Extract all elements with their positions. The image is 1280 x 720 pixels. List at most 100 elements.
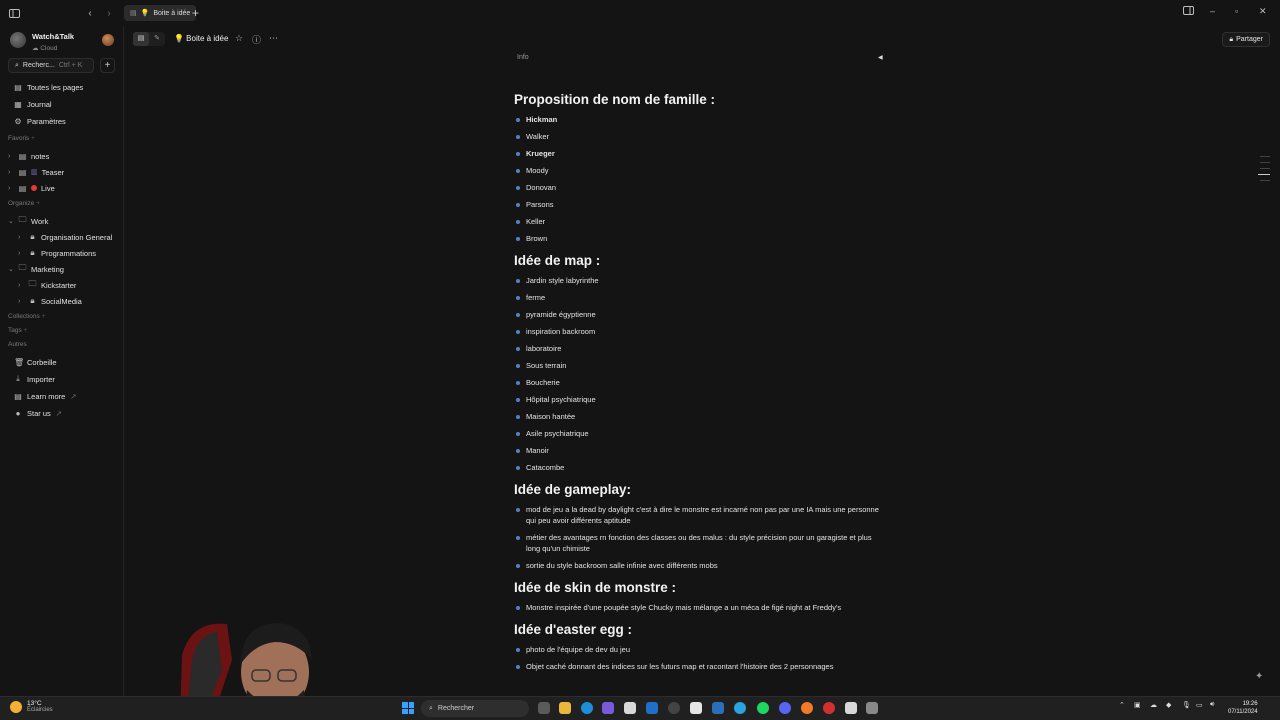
spotify-icon[interactable] xyxy=(757,702,769,714)
chevron-right-icon[interactable]: › xyxy=(8,185,14,192)
tree-label: Kickstarter xyxy=(41,280,77,290)
workspace-name: Watch&Talk xyxy=(32,32,75,41)
affine-icon[interactable] xyxy=(690,702,702,714)
tray-chevron-up-icon[interactable]: ⌃ xyxy=(1119,701,1125,709)
search-shortcut: Ctrl + K xyxy=(58,62,83,69)
organize-section-label[interactable]: Organize + xyxy=(8,200,40,207)
tray-app-icon[interactable]: ▣ xyxy=(1134,701,1141,709)
favoris-section-label[interactable]: Favoris + xyxy=(8,135,35,142)
app-icon[interactable] xyxy=(602,702,614,714)
nav-all-pages[interactable]: ▤ Toutes les pages xyxy=(14,81,83,93)
new-tab-button[interactable]: + xyxy=(192,5,199,21)
search-icon: ⌕ xyxy=(15,61,19,69)
app-icon[interactable] xyxy=(866,702,878,714)
share-button[interactable]: 🔒︎ Partager xyxy=(1222,32,1270,47)
fav-notes[interactable]: › ▤ notes xyxy=(8,150,49,162)
favorite-star-icon[interactable]: ☆ xyxy=(235,33,243,44)
caret-left-icon[interactable]: ◀ xyxy=(878,54,883,61)
minimize-icon[interactable]: – xyxy=(1210,6,1215,16)
toc-minimap[interactable] xyxy=(1256,156,1270,186)
user-avatar[interactable] xyxy=(102,34,114,46)
chevron-right-icon[interactable]: › xyxy=(8,153,14,160)
page-mode-icon[interactable]: ▤ xyxy=(133,32,149,46)
edgeless-mode-icon[interactable]: ✎ xyxy=(149,32,165,46)
tab-boite-a-idee[interactable]: ▤ 💡 Boite à idée xyxy=(124,5,197,21)
nav-label: Corbeille xyxy=(27,357,57,367)
chevron-right-icon[interactable]: › xyxy=(18,298,24,305)
editor-header: ▤ ✎ 💡 Boite à idée ☆ ⓘ ⋯ 🔒︎ Partager xyxy=(125,26,1280,52)
system-clock[interactable]: 19:26 07/11/2024 xyxy=(1228,700,1258,716)
tray-app-icon[interactable]: ◆ xyxy=(1166,701,1171,709)
info-row[interactable]: Info xyxy=(517,54,529,61)
windows-start-icon[interactable] xyxy=(402,702,414,714)
volume-icon[interactable]: 🔊︎ xyxy=(1210,701,1214,709)
ai-sparkle-icon[interactable]: ✦ xyxy=(1255,671,1263,682)
quick-search[interactable]: ⌕ Recherc... Ctrl + K xyxy=(8,58,94,73)
chevron-down-icon[interactable]: ⌄ xyxy=(8,265,14,273)
lock-icon: 🔒︎ xyxy=(30,296,35,305)
item-socialmedia[interactable]: › 🔒︎ SocialMedia xyxy=(18,295,82,307)
app-icon[interactable] xyxy=(845,702,857,714)
tags-section-label[interactable]: Tags + xyxy=(8,327,27,334)
discord-icon[interactable] xyxy=(779,702,791,714)
tree-label: notes xyxy=(31,151,50,161)
item-organisation-general[interactable]: › 🔒︎ Organisation General xyxy=(18,231,112,243)
list-item: Hickman xyxy=(516,114,886,125)
list-item: ferme xyxy=(516,292,886,303)
weather-widget[interactable]: 13°C Éclaircies xyxy=(10,700,53,713)
nav-import[interactable]: ⤓ Importer xyxy=(14,373,55,385)
app-icon[interactable] xyxy=(801,702,813,714)
fav-live[interactable]: › ▤ Live xyxy=(8,182,55,194)
weather-sun-icon xyxy=(10,700,22,713)
more-options-icon[interactable]: ⋯ xyxy=(269,33,278,44)
nav-journal[interactable]: ▦ Journal xyxy=(14,98,51,110)
store-icon[interactable] xyxy=(624,702,636,714)
chrome-icon[interactable] xyxy=(823,702,835,714)
nav-label: Importer xyxy=(27,374,55,384)
collections-section-label[interactable]: Collections + xyxy=(8,313,45,320)
chevron-right-icon[interactable]: › xyxy=(8,169,14,176)
list-item: métier des avantages rn fonction des cla… xyxy=(516,532,886,554)
new-page-button[interactable]: + xyxy=(100,58,115,73)
forward-icon[interactable]: › xyxy=(100,4,118,22)
chevron-down-icon[interactable]: ⌄ xyxy=(8,217,14,225)
nav-trash[interactable]: 🗑︎ Corbeille xyxy=(14,356,57,368)
teaser-emoji-icon: ▥ xyxy=(31,169,38,176)
folder-marketing[interactable]: ⌄ 🗀 Marketing xyxy=(8,263,64,275)
nav-star-us[interactable]: ● Star us ↗ xyxy=(14,407,62,419)
doc-title[interactable]: 💡 Boite à idée xyxy=(174,34,228,43)
item-kickstarter[interactable]: › 🗀 Kickstarter xyxy=(18,279,76,291)
workspace-avatar xyxy=(10,32,26,48)
right-sidebar-toggle-icon[interactable] xyxy=(1183,6,1194,17)
sidebar-toggle-icon[interactable] xyxy=(5,4,23,22)
edge-icon[interactable] xyxy=(581,702,593,714)
microphone-icon[interactable]: 🎙︎ xyxy=(1182,701,1191,709)
app-icon[interactable] xyxy=(668,702,680,714)
taskbar-search[interactable]: ⌕ Rechercher xyxy=(421,700,529,717)
chevron-right-icon[interactable]: › xyxy=(18,250,24,257)
app-icon[interactable] xyxy=(712,702,724,714)
onedrive-icon[interactable]: ☁ xyxy=(1150,701,1157,709)
fav-teaser[interactable]: › ▤ ▥ Teaser xyxy=(8,166,64,178)
nav-settings[interactable]: ⚙ Paramètres xyxy=(14,115,65,127)
close-icon[interactable]: ✕ xyxy=(1259,6,1267,17)
file-explorer-icon[interactable] xyxy=(559,702,571,714)
outlook-icon[interactable] xyxy=(646,702,658,714)
chevron-right-icon[interactable]: › xyxy=(18,282,24,289)
workspace-switcher[interactable]: Watch&Talk ☁ Cloud xyxy=(10,32,74,52)
info-icon[interactable]: ⓘ xyxy=(252,33,261,46)
page-edgeless-toggle[interactable]: ▤ ✎ xyxy=(133,32,165,46)
nav-learn-more[interactable]: ▤ Learn more ↗ xyxy=(14,390,76,402)
list-item: Sous terrain xyxy=(516,360,886,371)
back-icon[interactable]: ‹ xyxy=(81,4,99,22)
red-circle-icon xyxy=(31,185,37,191)
page-icon: ▤ xyxy=(130,10,137,17)
telegram-icon[interactable] xyxy=(734,702,746,714)
item-programmations[interactable]: › 🔒︎ Programmations xyxy=(18,247,96,259)
folder-work[interactable]: ⌄ 🗀 Work xyxy=(8,215,48,227)
chevron-right-icon[interactable]: › xyxy=(18,234,24,241)
network-icon[interactable]: ▭ xyxy=(1196,701,1203,709)
maximize-icon[interactable]: ▫ xyxy=(1235,6,1238,16)
nav-label: Toutes les pages xyxy=(27,82,84,92)
task-view-icon[interactable] xyxy=(538,702,550,714)
